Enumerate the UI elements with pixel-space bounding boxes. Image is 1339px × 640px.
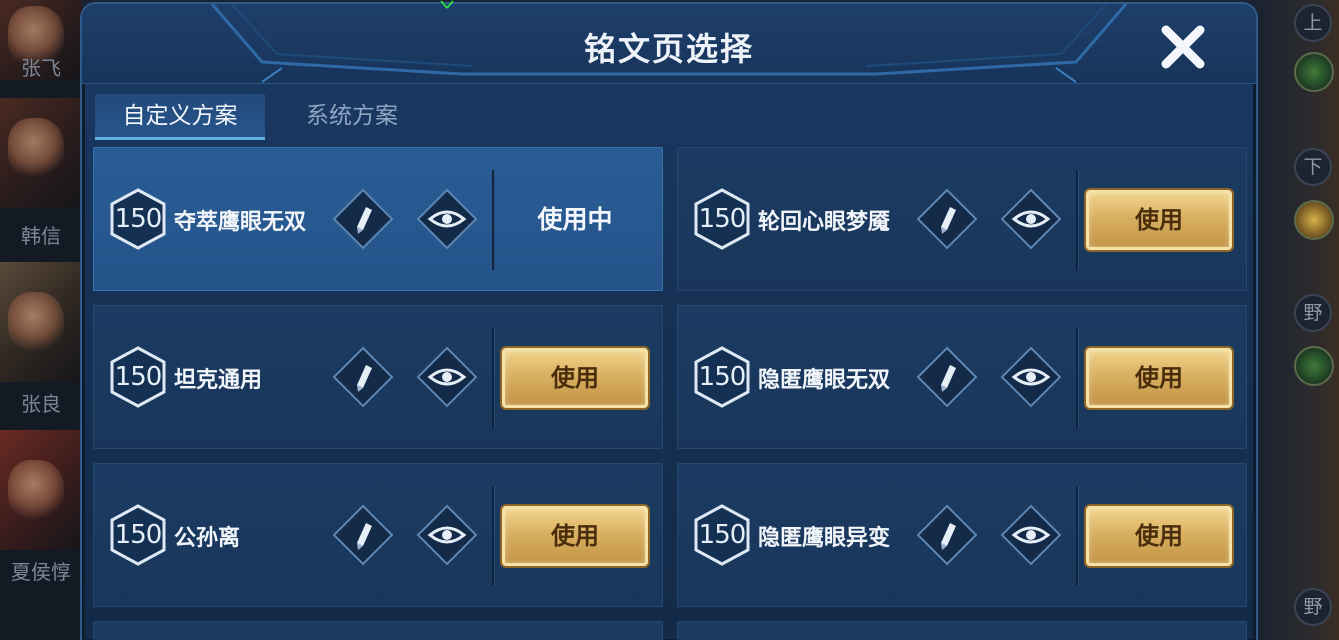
level-value: 150 [114,204,163,234]
level-value: 150 [114,520,163,550]
rune-page-card[interactable]: 150 隐匿鹰眼异变 使用 [677,463,1247,607]
dialog-title: 铭文页选择 [583,30,754,68]
rune-page-card[interactable]: 150 隐匿鹰眼无双 使用 [677,305,1247,449]
divider [492,170,494,270]
pencil-diamond-icon [916,188,978,250]
level-badge: 150 [694,346,750,408]
rune-page-card[interactable]: 150 坦克通用 使用 [93,305,663,449]
edit-button[interactable] [332,188,394,250]
summoner-spell-icon[interactable] [1294,346,1334,386]
pencil-diamond-icon [332,188,394,250]
rune-page-card[interactable] [93,621,663,640]
preview-button[interactable] [416,346,478,408]
close-button[interactable] [1158,22,1208,72]
eye-diamond-icon [416,504,478,566]
hero-name: 夏侯惇 [11,560,71,584]
use-button[interactable]: 使用 [1086,506,1232,566]
preview-button[interactable] [416,504,478,566]
summoner-spell-icon[interactable] [1294,52,1334,92]
eye-diamond-icon [416,188,478,250]
level-value: 150 [114,362,163,392]
eye-diamond-icon [1000,346,1062,408]
rune-page-card[interactable] [677,621,1247,640]
hero-name: 张良 [21,392,61,416]
eye-diamond-icon [1000,504,1062,566]
game-screen: { "dialog": { "title": "铭文页选择" }, "tabs"… [0,0,1339,640]
level-badge: 150 [694,504,750,566]
close-x-icon [1161,25,1205,69]
rune-page-name: 轮回心眼梦魇 [758,210,891,235]
hero-portrait[interactable] [0,430,82,550]
lane-bottom-button[interactable]: 下 [1294,148,1332,186]
rune-page-card[interactable]: 150 夺萃鹰眼无双 使用中 [93,147,663,291]
pencil-diamond-icon [332,346,394,408]
in-use-label: 使用中 [537,205,613,234]
level-badge: 150 [110,346,166,408]
tab-system[interactable]: 系统方案 [267,94,437,140]
hero-portrait[interactable] [0,98,82,208]
level-value: 150 [698,362,747,392]
rune-page-name: 公孙离 [174,526,241,551]
preview-button[interactable] [1000,188,1062,250]
lane-jungle-button[interactable]: 野 [1294,294,1332,332]
level-value: 150 [698,520,747,550]
hero-name: 韩信 [21,224,61,248]
rune-page-name: 隐匿鹰眼异变 [758,526,891,551]
preview-button[interactable] [1000,346,1062,408]
pencil-diamond-icon [916,504,978,566]
hero-portrait[interactable] [0,262,82,382]
edit-button[interactable] [916,504,978,566]
dialog-header: 铭文页选择 [82,4,1256,84]
level-badge: 150 [694,188,750,250]
use-button[interactable]: 使用 [502,506,648,566]
tab-custom[interactable]: 自定义方案 [95,94,265,140]
level-badge: 150 [110,504,166,566]
marker-icon [440,0,454,9]
divider [492,328,494,428]
use-button[interactable]: 使用 [1086,348,1232,408]
lane-jungle-button[interactable]: 野 [1294,588,1332,626]
divider [1076,170,1078,270]
preview-button[interactable] [416,188,478,250]
divider [1076,486,1078,586]
eye-diamond-icon [416,346,478,408]
edit-button[interactable] [332,346,394,408]
hero-list: 张飞 韩信 张良 夏侯惇 [0,0,82,640]
rune-page-dialog: 铭文页选择 自定义方案 系统方案 150 夺萃鹰眼无双 使用中 150 轮回心眼… [80,2,1258,640]
hero-name: 张飞 [21,56,61,80]
summoner-spell-icon[interactable] [1294,200,1334,240]
pencil-diamond-icon [916,346,978,408]
use-button[interactable]: 使用 [502,348,648,408]
rune-page-name: 隐匿鹰眼无双 [758,368,891,393]
level-badge: 150 [110,188,166,250]
edit-button[interactable] [916,188,978,250]
divider [492,486,494,586]
use-button[interactable]: 使用 [1086,190,1232,250]
rune-page-card[interactable]: 150 公孙离 使用 [93,463,663,607]
rune-page-name: 坦克通用 [174,368,263,393]
rune-page-card[interactable]: 150 轮回心眼梦魇 使用 [677,147,1247,291]
level-value: 150 [698,204,747,234]
lane-top-button[interactable]: 上 [1294,4,1332,42]
pencil-diamond-icon [332,504,394,566]
rune-page-name: 夺萃鹰眼无双 [174,210,307,235]
edit-button[interactable] [332,504,394,566]
edit-button[interactable] [916,346,978,408]
eye-diamond-icon [1000,188,1062,250]
preview-button[interactable] [1000,504,1062,566]
divider [1076,328,1078,428]
